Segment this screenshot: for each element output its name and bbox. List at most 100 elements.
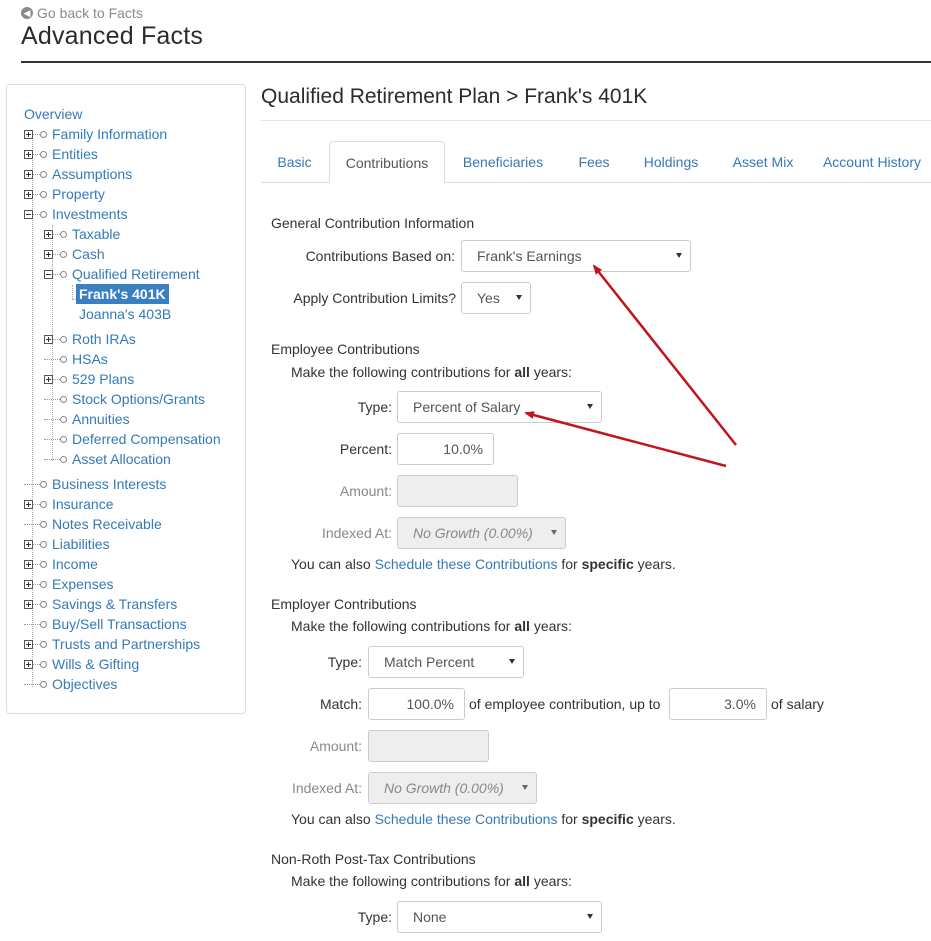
sidebar-item-taxable[interactable]: Taxable <box>44 224 120 244</box>
sidebar-item-income[interactable]: Income <box>24 554 98 574</box>
tree-node-icon <box>40 680 47 688</box>
employer-type-select[interactable]: Match Percent <box>368 646 524 678</box>
sidebar-item-qualified-retirement[interactable]: Qualified Retirement <box>44 264 200 284</box>
employee-schedule-link[interactable]: Schedule these Contributions <box>375 556 558 572</box>
sidebar-item-investments[interactable]: Investments <box>24 204 127 224</box>
nonroth-type-select[interactable]: None <box>397 901 602 933</box>
back-to-facts-link[interactable]: ◀ Go back to Facts <box>21 5 143 21</box>
sidebar-item-property[interactable]: Property <box>24 184 105 204</box>
sidebar-item-business-interests[interactable]: Business Interests <box>24 474 166 494</box>
sidebar-item-deferred-compensation[interactable]: Deferred Compensation <box>44 429 221 449</box>
contribution-limits-select[interactable]: Yes <box>461 282 531 314</box>
sidebar-item-wills-gifting[interactable]: Wills & Gifting <box>24 654 139 674</box>
expand-icon[interactable] <box>24 149 33 159</box>
sidebar-item-savings-transfers[interactable]: Savings & Transfers <box>24 594 177 614</box>
expand-icon[interactable] <box>44 229 53 239</box>
sidebar-item-liabilities[interactable]: Liabilities <box>24 534 110 554</box>
employer-upto-input[interactable]: 3.0% <box>669 688 767 720</box>
annotation-arrow <box>592 264 737 446</box>
chevron-down-icon <box>509 659 515 664</box>
sidebar-item-buy-sell-transactions[interactable]: Buy/Sell Transactions <box>24 614 187 634</box>
collapse-icon[interactable] <box>24 209 33 219</box>
tree-node-icon <box>60 435 67 443</box>
tree-node-icon <box>40 520 47 528</box>
sidebar-item-insurance[interactable]: Insurance <box>24 494 113 514</box>
expand-icon[interactable] <box>24 659 33 669</box>
employer-match-label: Match: <box>319 696 362 712</box>
sidebar-item-joannas-403b[interactable]: Joanna's 403B <box>79 304 171 324</box>
tree-node-icon <box>40 130 47 138</box>
tree-node-icon <box>40 660 47 668</box>
sidebar-item-asset-allocation[interactable]: Asset Allocation <box>44 449 171 469</box>
tree-node-icon <box>40 580 47 588</box>
chevron-down-icon <box>551 530 557 535</box>
tab-account-history[interactable]: Account History <box>813 141 931 183</box>
employee-percent-label: Percent: <box>339 441 392 457</box>
employee-type-select[interactable]: Percent of Salary <box>397 391 602 423</box>
employee-amount-label: Amount: <box>339 483 392 499</box>
expand-icon[interactable] <box>24 499 33 509</box>
tab-fees[interactable]: Fees <box>562 141 626 183</box>
tree-node-icon <box>40 560 47 568</box>
employee-percent-input[interactable]: 10.0% <box>397 433 494 465</box>
tab-beneficiaries[interactable]: Beneficiaries <box>447 141 559 183</box>
limits-label: Apply Contribution Limits? <box>293 290 456 306</box>
facts-sidebar: Overview Family Information Entities Ass… <box>6 84 246 714</box>
employer-schedule-text: You can also Schedule these Contribution… <box>291 811 676 827</box>
page-title: Advanced Facts <box>21 22 204 50</box>
expand-icon[interactable] <box>24 599 33 609</box>
employee-all-years-text: Make the following contributions for all… <box>291 364 572 380</box>
sidebar-item-cash[interactable]: Cash <box>44 244 105 264</box>
sidebar-item-notes-receivable[interactable]: Notes Receivable <box>24 514 162 534</box>
tree-node-icon <box>60 415 67 423</box>
expand-icon[interactable] <box>24 169 33 179</box>
sidebar-item-family-information[interactable]: Family Information <box>24 124 167 144</box>
tab-contributions[interactable]: Contributions <box>329 141 445 184</box>
tree-node-icon <box>40 540 47 548</box>
back-link-label: Go back to Facts <box>37 5 143 21</box>
employer-section-title: Employer Contributions <box>271 596 417 612</box>
sidebar-item-objectives[interactable]: Objectives <box>24 674 117 694</box>
nonroth-section-title: Non-Roth Post-Tax Contributions <box>271 851 476 867</box>
sidebar-item-trusts-partnerships[interactable]: Trusts and Partnerships <box>24 634 200 654</box>
collapse-icon[interactable] <box>44 269 53 279</box>
tab-holdings[interactable]: Holdings <box>629 141 713 183</box>
sidebar-item-roth-iras[interactable]: Roth IRAs <box>44 329 136 349</box>
tree-node-icon <box>40 620 47 628</box>
employer-schedule-link[interactable]: Schedule these Contributions <box>375 811 558 827</box>
employee-schedule-text: You can also Schedule these Contribution… <box>291 556 676 572</box>
employer-match-input[interactable]: 100.0% <box>368 688 465 720</box>
employer-type-label: Type: <box>327 654 362 670</box>
expand-icon[interactable] <box>24 129 33 139</box>
tree-node-icon <box>60 230 67 238</box>
expand-icon[interactable] <box>24 189 33 199</box>
employer-amount-input <box>368 730 489 762</box>
sidebar-item-expenses[interactable]: Expenses <box>24 574 113 594</box>
chevron-down-icon <box>522 785 528 790</box>
employer-indexed-select: No Growth (0.00%) <box>368 772 537 804</box>
sidebar-item-529-plans[interactable]: 529 Plans <box>44 369 134 389</box>
tab-basic[interactable]: Basic <box>261 141 328 183</box>
sidebar-item-assumptions[interactable]: Assumptions <box>24 164 132 184</box>
tree-guide <box>72 285 73 299</box>
expand-icon[interactable] <box>24 559 33 569</box>
expand-icon[interactable] <box>44 374 53 384</box>
expand-icon[interactable] <box>44 249 53 259</box>
contributions-based-on-select[interactable]: Frank's Earnings <box>461 240 691 272</box>
sidebar-item-annuities[interactable]: Annuities <box>44 409 130 429</box>
expand-icon[interactable] <box>44 334 53 344</box>
expand-icon[interactable] <box>24 579 33 589</box>
tree-node-icon <box>40 150 47 158</box>
employer-indexed-label: Indexed At: <box>291 780 362 796</box>
expand-icon[interactable] <box>24 539 33 549</box>
sidebar-item-stock-options-grants[interactable]: Stock Options/Grants <box>44 389 205 409</box>
tree-node-icon <box>40 480 47 488</box>
employer-salary-text: of salary <box>771 696 824 712</box>
sidebar-item-hsas[interactable]: HSAs <box>44 349 108 369</box>
tree-node-icon <box>40 500 47 508</box>
sidebar-item-overview[interactable]: Overview <box>24 104 82 124</box>
tab-asset-mix[interactable]: Asset Mix <box>716 141 810 183</box>
sidebar-item-entities[interactable]: Entities <box>24 144 98 164</box>
expand-icon[interactable] <box>24 639 33 649</box>
sidebar-item-franks-401k[interactable]: Frank's 401K <box>76 284 169 304</box>
